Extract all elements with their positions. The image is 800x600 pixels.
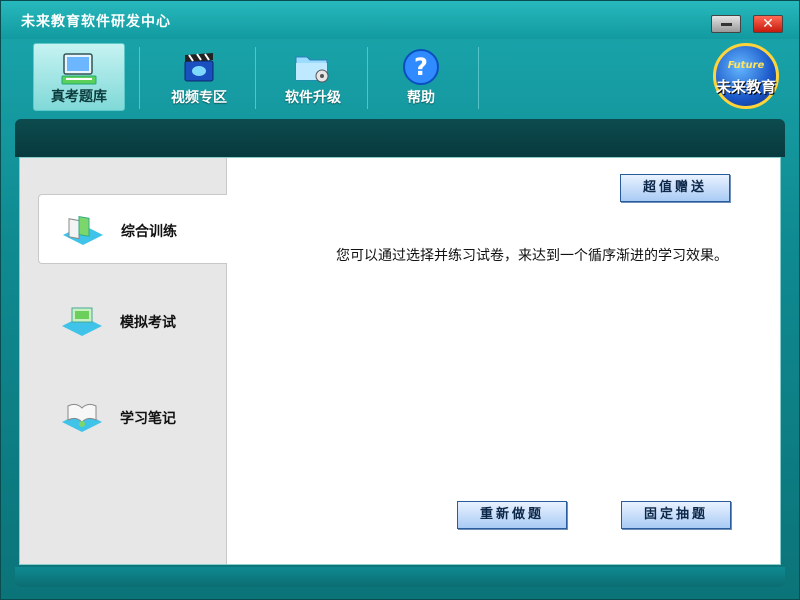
toolbar-separator — [139, 47, 140, 109]
fixed-draw-button[interactable]: 固定抽题 — [621, 501, 731, 529]
toolbar-separator — [367, 47, 368, 109]
main-toolbar: 真考题库 视频专区 软件升级 ? 帮助 Future 未来教育 — [1, 39, 799, 115]
close-button[interactable]: ✕ — [753, 15, 783, 33]
toolbar-item-exam-bank[interactable]: 真考题库 — [33, 43, 125, 111]
app-window: 未来教育软件研发中心 ✕ 真考题库 视频专区 软件升级 ? 帮助 Future … — [0, 0, 800, 600]
window-title: 未来教育软件研发中心 — [21, 14, 171, 30]
toolbar-item-help[interactable]: ? 帮助 — [375, 43, 467, 111]
toolbar-separator — [478, 47, 479, 109]
sidebar-item-label: 模拟考试 — [120, 315, 176, 331]
toolbar-item-video[interactable]: 视频专区 — [153, 43, 245, 111]
content-panel: 综合训练 模拟考试 学习笔记 超值赠送 您可以通过选择并练习试卷，来达到一个循序… — [19, 157, 781, 565]
folder-gear-icon — [295, 56, 329, 83]
minimize-button[interactable] — [711, 15, 741, 33]
sidebar: 综合训练 模拟考试 学习笔记 — [20, 158, 227, 564]
laptop-exam-icon — [62, 307, 102, 336]
logo-english-text: Future — [727, 60, 765, 71]
bonus-gift-button[interactable]: 超值赠送 — [620, 174, 730, 202]
redo-questions-button[interactable]: 重新做题 — [457, 501, 567, 529]
help-question-icon: ? — [403, 49, 439, 85]
svg-text:?: ? — [414, 53, 428, 81]
title-bar: 未来教育软件研发中心 ✕ — [1, 1, 799, 39]
sidebar-item-mock-exam[interactable]: 模拟考试 — [38, 286, 226, 356]
open-book-icon — [62, 403, 102, 432]
sidebar-item-label: 学习笔记 — [120, 411, 176, 427]
toolbar-separator — [255, 47, 256, 109]
toolbar-item-label: 帮助 — [407, 90, 435, 106]
books-stack-icon — [63, 215, 103, 245]
sidebar-item-label: 综合训练 — [121, 224, 177, 240]
computer-books-icon — [61, 53, 97, 85]
future-education-logo: Future 未来教育 — [713, 43, 779, 109]
window-bottom-band — [15, 567, 785, 587]
sidebar-item-study-notes[interactable]: 学习笔记 — [38, 382, 226, 452]
content-header-band — [15, 119, 785, 157]
sidebar-item-comprehensive-training[interactable]: 综合训练 — [38, 194, 227, 264]
description-text: 您可以通过选择并练习试卷，来达到一个循序渐进的学习效果。 — [336, 248, 728, 264]
toolbar-item-upgrade[interactable]: 软件升级 — [267, 43, 359, 111]
film-clapper-icon — [184, 53, 214, 82]
toolbar-item-label: 真考题库 — [51, 89, 107, 105]
toolbar-item-label: 软件升级 — [285, 90, 341, 106]
logo-chinese-text: 未来教育 — [715, 78, 776, 96]
toolbar-item-label: 视频专区 — [171, 90, 227, 106]
